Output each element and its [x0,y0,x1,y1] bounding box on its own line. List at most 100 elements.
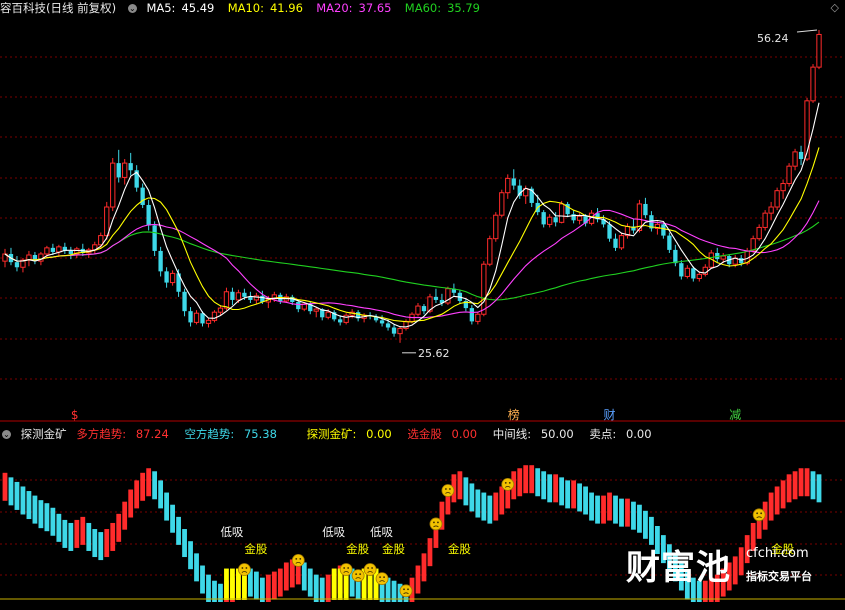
face-circle [238,563,251,576]
event-marker: $ [71,408,79,422]
candle [505,174,511,199]
trend-bar [146,468,152,497]
trend-bar [571,480,576,509]
candle-body [110,162,116,208]
candle-body [433,296,439,300]
face-eye [241,567,244,569]
candle [762,210,768,231]
candle-body [104,206,110,237]
face-circle [375,572,389,586]
signal-column [230,568,235,600]
trend-bar [26,491,32,520]
candle [86,247,92,259]
face-eye [504,482,507,484]
candle-body [44,247,50,255]
trend-bar [2,472,8,501]
candle-body [768,206,774,214]
candle-body [661,224,666,236]
candle-body [68,250,73,254]
candle-body [618,235,625,249]
trend-bar [481,492,487,521]
high-pointer [796,29,818,33]
event-marker: 减 [729,408,741,422]
trend-bar [577,483,582,512]
candle [152,221,157,257]
trend-bar [804,468,810,497]
candle [193,310,200,325]
candle-body [786,165,792,185]
face-eye [299,558,302,560]
candle-body [720,255,726,260]
trend-bar [44,503,50,532]
trend-bar [619,498,624,527]
candle-body [553,217,558,223]
candle [188,307,193,327]
trend-bar [589,492,594,521]
candle-body [338,319,343,323]
signal-column [331,568,337,600]
face-eye [347,567,350,569]
face-icon [429,517,443,531]
trend-bar [637,504,642,533]
candle-body [499,192,505,216]
candle-body [140,187,145,205]
trend-bar [798,468,804,497]
candle-body [164,271,169,283]
watermark-brand: 财富池 [626,548,731,588]
trend-bar [32,495,38,524]
trend-bar [553,474,559,503]
candle-body [810,66,816,102]
candle [134,165,139,192]
trend-bar [499,486,505,515]
candle [469,305,475,325]
trend-bar [116,513,122,542]
candle [499,189,505,218]
trend-bar [277,568,283,597]
trend-bar [170,504,175,533]
candle [667,232,672,253]
face-eye [407,588,409,591]
candle-body [379,320,385,324]
trend-bar [50,507,56,536]
dip-buy-label: 低吸 [220,525,243,539]
trend-bar [206,574,211,602]
trend-bar [325,574,331,602]
candle-body [343,314,349,323]
candle [487,235,493,267]
candle [164,267,169,288]
candle [128,152,133,176]
candle-body [756,226,762,240]
trend-bar [427,538,433,567]
candle [68,246,73,260]
trend-bar [565,480,571,509]
face-icon [501,477,515,491]
golden-stock-label: 金股 [346,542,369,556]
trend-bar [56,513,62,542]
trend-bar [643,510,648,539]
candle-body [469,308,475,322]
trend-bar [780,480,786,509]
trend-bar [104,529,110,558]
candle [547,214,553,228]
candle-body [122,162,128,178]
face-circle [441,484,455,497]
trend-bar [283,562,289,591]
high-price-label: 56.24 [757,32,789,45]
candle [373,314,379,323]
candle-body [56,246,62,253]
golden-stock-label: 金股 [448,542,471,556]
face-circle [752,508,766,522]
trend-bar [265,574,271,602]
event-marker: 财 [604,408,616,422]
candle-body [696,273,702,279]
candle-body [684,267,690,277]
candle [140,183,145,209]
candle-body [182,291,187,312]
face-eye [760,512,763,515]
candle-body [558,203,565,223]
candle-body [505,177,511,194]
candle [355,310,361,322]
candle [415,303,421,317]
trend-bar [20,486,26,515]
trend-bar [253,571,259,600]
